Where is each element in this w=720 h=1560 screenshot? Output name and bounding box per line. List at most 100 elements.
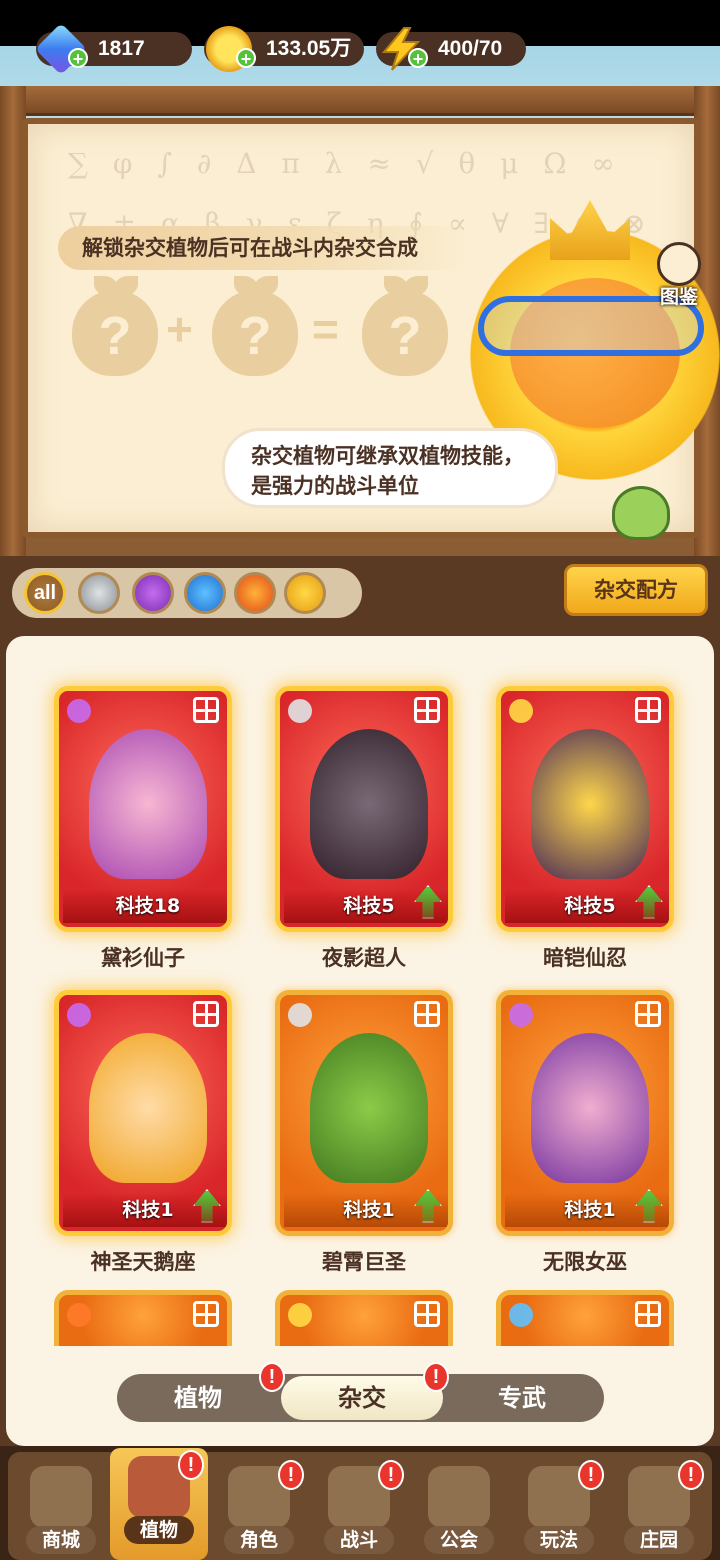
card-frame <box>496 1290 674 1346</box>
plant-card[interactable]: 科技5 <box>496 686 674 932</box>
tech-level: 科技1 <box>284 1193 448 1227</box>
card-frame: 科技1 <box>496 990 674 1236</box>
unknown-plant-icon: ? <box>362 276 448 376</box>
slot-icon <box>414 1001 440 1027</box>
shop-icon <box>30 1466 92 1528</box>
plant-name: 无限女巫 <box>543 1250 627 1274</box>
plant-card[interactable]: 科技5 <box>275 686 453 932</box>
card-frame: 科技5 <box>496 686 674 932</box>
slot-icon <box>193 1001 219 1027</box>
add-gem-icon[interactable]: + <box>68 48 88 68</box>
plant-name: 神圣天鹅座 <box>90 1250 196 1274</box>
sword-icon <box>288 699 312 723</box>
guild-icon <box>428 1466 490 1528</box>
slot-icon <box>193 697 219 723</box>
frog-mascot <box>612 486 670 540</box>
slot-icon <box>193 1301 219 1327</box>
filter-fire-icon[interactable] <box>234 572 276 614</box>
tech-level: 科技18 <box>63 889 227 923</box>
gem-counter[interactable]: + 1817 <box>34 22 192 76</box>
unknown-plant-icon: ? <box>72 276 158 376</box>
plant-portrait <box>310 1033 428 1183</box>
plant-card[interactable] <box>54 1290 232 1346</box>
nav-manor[interactable]: 庄园 ! <box>610 1458 708 1558</box>
nav-label: 战斗 <box>324 1526 394 1554</box>
nav-battle[interactable]: 战斗 ! <box>310 1458 408 1558</box>
crown-icon <box>550 200 630 260</box>
filter-water-icon[interactable] <box>184 572 226 614</box>
card-frame <box>54 1290 232 1346</box>
coin-counter[interactable]: + 133.05万 <box>204 26 364 72</box>
speech-bubble: 杂交植物可继承双植物技能，是强力的战斗单位 <box>222 428 558 508</box>
coin-amount: 133.05万 <box>266 37 352 60</box>
plant-portrait <box>89 1033 207 1183</box>
gallery-label: 图鉴 <box>659 286 698 308</box>
resource-bar: + 1817 + 133.05万 + 400/70 <box>0 22 720 76</box>
add-coin-icon[interactable]: + <box>236 48 256 68</box>
plant-card[interactable] <box>275 1290 453 1346</box>
alert-badge: ! <box>178 1450 204 1480</box>
slot-icon <box>635 1301 661 1327</box>
nav-gameplay[interactable]: 玩法 ! <box>510 1458 608 1558</box>
wood-beam <box>0 86 720 116</box>
unlock-hint: 解锁杂交植物后可在战斗内杂交合成 <box>58 226 470 270</box>
potion-icon <box>67 1003 91 1027</box>
plant-portrait <box>531 1033 649 1183</box>
potion-icon <box>509 1003 533 1027</box>
nav-shop[interactable]: 商城 <box>12 1458 110 1558</box>
plant-name: 碧霄巨圣 <box>322 1250 406 1274</box>
card-frame: 科技1 <box>275 990 453 1236</box>
energy-amount: 400/70 <box>438 37 503 60</box>
nav-characters[interactable]: 角色 ! <box>210 1458 308 1558</box>
nav-label: 商城 <box>26 1526 96 1554</box>
lightning-icon <box>288 1303 312 1327</box>
lightning-icon <box>509 699 533 723</box>
bottom-nav: 商城 植物 ! 角色 ! 战斗 ! 公会 玩法 ! 庄园 ! <box>0 1446 720 1560</box>
add-energy-icon[interactable]: + <box>408 48 428 68</box>
slot-icon <box>635 697 661 723</box>
nav-label: 公会 <box>424 1526 494 1554</box>
slot-icon <box>414 1301 440 1327</box>
tech-level: 科技5 <box>505 889 669 923</box>
sub-tabs: 植物 杂交 专武 ! ! <box>117 1362 604 1422</box>
gallery-button[interactable]: 图鉴 <box>650 242 708 308</box>
tech-level: 科技1 <box>63 1193 227 1227</box>
filter-lightning-icon[interactable] <box>284 572 326 614</box>
filter-all[interactable]: all <box>24 572 66 614</box>
plant-card[interactable]: 科技1 <box>54 990 232 1236</box>
hybrid-recipe-button[interactable]: 杂交配方 <box>564 564 708 616</box>
nav-guild[interactable]: 公会 <box>410 1458 508 1558</box>
plant-card[interactable]: 科技18 <box>54 686 232 932</box>
card-frame: 科技5 <box>275 686 453 932</box>
tab-hybrid[interactable]: 杂交 <box>281 1376 443 1420</box>
tech-level: 科技5 <box>284 889 448 923</box>
fire-icon <box>67 1303 91 1327</box>
alert-badge: ! <box>259 1362 285 1392</box>
sword-icon <box>288 1003 312 1027</box>
plant-card[interactable] <box>496 1290 674 1346</box>
plant-name: 夜影超人 <box>322 946 406 970</box>
nav-label: 庄园 <box>624 1526 694 1554</box>
plant-grid: 科技18 黛衫仙子 科技5 夜影超人 科技5 暗铠仙忍 科技1 神圣天鹅座 科技… <box>6 636 714 1446</box>
filter-potion-icon[interactable] <box>132 572 174 614</box>
gem-amount: 1817 <box>98 37 145 60</box>
plant-portrait <box>531 729 649 879</box>
bottom-nav-bar: 商城 植物 ! 角色 ! 战斗 ! 公会 玩法 ! 庄园 ! <box>8 1448 712 1560</box>
slot-icon <box>635 1001 661 1027</box>
filter-sword-icon[interactable] <box>78 572 120 614</box>
card-frame <box>275 1290 453 1346</box>
alert-badge: ! <box>578 1460 604 1490</box>
book-icon <box>657 242 701 286</box>
equals-sign: = <box>312 303 339 355</box>
energy-counter[interactable]: + 400/70 <box>376 27 526 71</box>
nav-plants[interactable]: 植物 ! <box>110 1448 208 1560</box>
tab-exclusive-weapon[interactable]: 专武 <box>441 1374 603 1422</box>
alert-badge: ! <box>278 1460 304 1490</box>
plant-card[interactable]: 科技1 <box>275 990 453 1236</box>
plant-card[interactable]: 科技1 <box>496 990 674 1236</box>
alert-badge: ! <box>678 1460 704 1490</box>
card-frame: 科技1 <box>54 990 232 1236</box>
tab-plants[interactable]: 植物 <box>117 1374 279 1422</box>
water-icon <box>509 1303 533 1327</box>
plant-name: 黛衫仙子 <box>101 946 185 970</box>
